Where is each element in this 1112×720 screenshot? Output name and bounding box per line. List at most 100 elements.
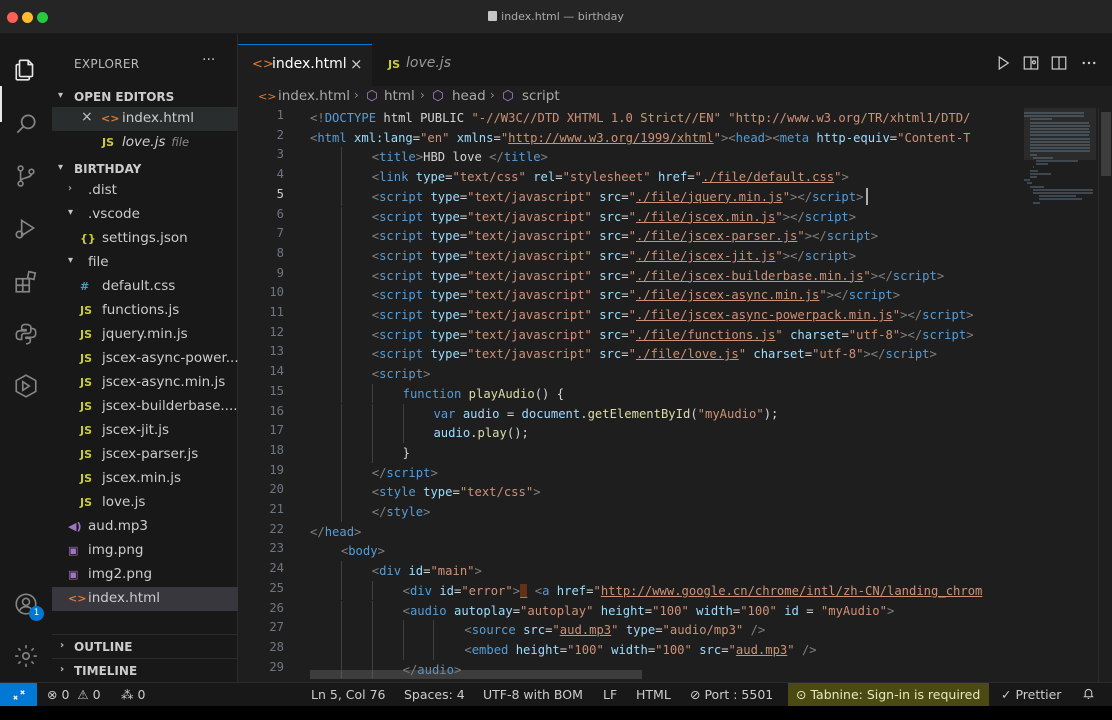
code-line[interactable]: } — [403, 443, 410, 463]
code-line[interactable]: <script type="text/javascript" src="./fi… — [372, 305, 974, 325]
source-control-icon[interactable] — [12, 162, 40, 190]
gear-icon[interactable] — [12, 642, 40, 670]
code-line[interactable]: function playAudio() { — [403, 384, 564, 404]
tree-file[interactable]: ▣ img.png — [52, 539, 238, 563]
tree-file[interactable]: JS jscex-jit.js — [52, 419, 238, 443]
open-preview-icon[interactable] — [1022, 54, 1042, 74]
prettier-status[interactable]: ✓ Prettier — [1001, 687, 1061, 702]
code-line[interactable]: </script> — [372, 463, 438, 483]
tab-index-html[interactable]: <> index.html × — [238, 44, 372, 86]
tree-file[interactable]: JS jscex-async-power... — [52, 347, 238, 371]
code-line[interactable]: <script type="text/javascript" src="./fi… — [372, 187, 864, 207]
code-token: html PUBLIC — [376, 111, 472, 125]
open-editors-section[interactable]: ▾ OPEN EDITORS — [52, 86, 238, 108]
code-line[interactable]: <script type="text/javascript" src="./fi… — [372, 344, 937, 364]
tree-file[interactable]: JS functions.js — [52, 299, 238, 323]
code-line[interactable]: </style> — [372, 502, 431, 522]
end-of-line[interactable]: LF — [603, 687, 617, 702]
tree-file[interactable]: {} settings.json — [52, 227, 238, 251]
code-line[interactable]: <script type="text/javascript" src="./fi… — [372, 285, 900, 305]
code-line[interactable]: <script type="text/javascript" src="./fi… — [372, 207, 856, 227]
tree-folder[interactable]: › .dist — [52, 179, 238, 203]
open-editor-item[interactable]: JS love.js file — [52, 131, 238, 155]
code-line[interactable]: <script type="text/javascript" src="./fi… — [372, 266, 944, 286]
code-line[interactable]: </head> — [310, 522, 361, 542]
code-line[interactable]: <script type="text/javascript" src="./fi… — [372, 246, 856, 266]
code-area[interactable]: <!DOCTYPE html PUBLIC "-//W3C//DTD XHTML… — [310, 108, 1018, 682]
breadcrumb-item[interactable]: index.html — [278, 88, 350, 104]
ports-indicator[interactable]: ⁂ 0 — [121, 687, 145, 702]
tree-folder[interactable]: ▾ file — [52, 251, 238, 275]
code-editor[interactable]: 1 2 3 4 5 6 7 8 9 10 11 12 13 14 15 16 17 18 19 20 21 22 23 24 2… — [238, 108, 1112, 682]
extensions-icon[interactable] — [12, 268, 40, 296]
language-mode[interactable]: HTML — [636, 687, 671, 702]
explorer-more-actions-button[interactable]: ··· — [202, 52, 215, 68]
tree-file[interactable]: ◀) aud.mp3 — [52, 515, 238, 539]
run-debug-icon[interactable] — [12, 214, 40, 242]
line-number: 3 — [276, 147, 284, 162]
vertical-scrollbar[interactable] — [1098, 108, 1112, 682]
tab-love-js[interactable]: JS love.js — [372, 44, 482, 86]
outline-section[interactable]: › OUTLINE — [52, 634, 238, 658]
breadcrumb-item[interactable]: head — [452, 88, 486, 104]
tree-file[interactable]: <> index.html — [52, 587, 238, 611]
account-icon[interactable]: 1 — [12, 590, 44, 621]
indentation[interactable]: Spaces: 4 — [404, 687, 465, 702]
open-editor-item[interactable]: × <> index.html — [52, 107, 238, 131]
explorer-icon[interactable] — [12, 56, 40, 84]
code-token: "utf-8" — [812, 347, 864, 362]
bell-icon[interactable] — [1082, 687, 1095, 703]
code-line[interactable]: <audio autoplay="autoplay" height="100" … — [403, 601, 895, 621]
tree-file[interactable]: JS jquery.min.js — [52, 323, 238, 347]
file-encoding[interactable]: UTF-8 with BOM — [483, 687, 583, 702]
project-section[interactable]: ▾ BIRTHDAY — [52, 158, 238, 180]
more-actions-icon[interactable] — [1080, 54, 1100, 74]
code-line[interactable]: <div id="error">_ <a href="http://www.go… — [403, 581, 982, 601]
code-line[interactable]: <!DOCTYPE html PUBLIC "-//W3C//DTD XHTML… — [310, 108, 970, 128]
code-line[interactable]: <script type="text/javascript" src="./fi… — [372, 325, 974, 345]
python-icon[interactable] — [12, 320, 40, 348]
live-server-port[interactable]: ⊘ Port : 5501 — [690, 687, 773, 702]
code-line[interactable]: <link type="text/css" rel="stylesheet" h… — [372, 167, 849, 187]
code-line[interactable]: <style type="text/css"> — [372, 482, 541, 502]
tree-file[interactable]: JS jscex-builderbase.... — [52, 395, 238, 419]
tree-file[interactable]: JS jscex-async.min.js — [52, 371, 238, 395]
remote-indicator[interactable] — [0, 683, 37, 707]
horizontal-scrollbar-thumb[interactable] — [310, 670, 642, 679]
code-line[interactable]: <body> — [341, 541, 385, 561]
problems-indicator[interactable]: ⊗ 0 ⚠ 0 — [47, 687, 101, 702]
tabnine-status[interactable]: ⊙ Tabnine: Sign-in is required — [788, 683, 989, 707]
vertical-scrollbar-thumb[interactable] — [1101, 112, 1111, 176]
line-number-gutter: 1 2 3 4 5 6 7 8 9 10 11 12 13 14 15 16 17 18 19 20 21 22 23 24 2… — [238, 108, 296, 682]
tree-file[interactable]: JS jscex.min.js — [52, 467, 238, 491]
timeline-section[interactable]: › TIMELINE — [52, 658, 238, 682]
tree-file[interactable]: # default.css — [52, 275, 238, 299]
breadcrumb-item[interactable]: script — [522, 88, 560, 104]
code-line[interactable]: <script> — [372, 364, 431, 384]
close-icon[interactable]: × — [81, 109, 93, 125]
code-line[interactable]: <div id="main"> — [372, 561, 482, 581]
code-line[interactable]: <html xml:lang="en" xmlns="http://www.w3… — [310, 128, 971, 148]
code-line[interactable]: audio.play(); — [433, 423, 528, 443]
breadcrumb-item[interactable]: html — [384, 88, 415, 104]
close-tab-icon[interactable]: × — [350, 55, 363, 73]
split-editor-icon[interactable] — [1050, 54, 1070, 74]
code-line[interactable]: <embed height="100" width="100" src="aud… — [464, 640, 816, 660]
tree-file[interactable]: JS jscex-parser.js — [52, 443, 238, 467]
indent-guide — [371, 580, 373, 601]
code-line[interactable]: var audio = document.getElementById("myA… — [433, 404, 778, 424]
tree-file[interactable]: ▣ img2.png — [52, 563, 238, 587]
search-icon[interactable] — [12, 110, 40, 138]
tree-file[interactable]: JS love.js — [52, 491, 238, 515]
chevron-right-icon: › — [60, 640, 65, 651]
code-line[interactable]: <script type="text/javascript" src="./fi… — [372, 226, 878, 246]
remote-explorer-icon[interactable] — [12, 372, 40, 400]
run-icon[interactable] — [994, 54, 1014, 74]
code-token: < — [371, 288, 380, 303]
code-line[interactable]: <title>HBD love </title> — [372, 147, 548, 167]
minimap-slider[interactable] — [1024, 108, 1096, 160]
code-line[interactable]: <source src="aud.mp3" type="audio/mp3" /… — [464, 620, 765, 640]
tree-folder[interactable]: ▾ .vscode — [52, 203, 238, 227]
cursor-position[interactable]: Ln 5, Col 76 — [311, 687, 386, 702]
